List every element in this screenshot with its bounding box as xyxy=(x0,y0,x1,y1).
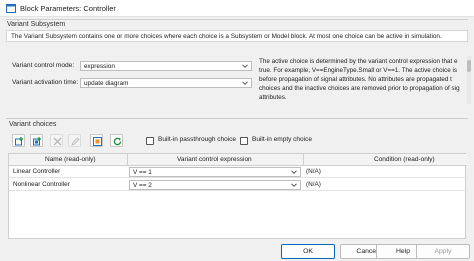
subsystem-description-box: The Variant Subsystem contains one or mo… xyxy=(6,30,468,42)
column-divider[interactable] xyxy=(303,154,304,166)
activation-info-panel: The active choice is determined by the v… xyxy=(256,56,474,104)
block-parameters-icon xyxy=(6,4,16,13)
delete-icon xyxy=(53,137,62,146)
control-mode-select[interactable]: expression xyxy=(80,61,252,71)
builtin-empty-label: Built-in empty choice xyxy=(252,136,312,143)
refresh-button[interactable] xyxy=(110,134,123,147)
control-mode-label: Variant control mode: xyxy=(12,62,75,69)
variant-choices-table: Name (read-only) Variant control express… xyxy=(8,153,467,239)
delete-choice-button[interactable] xyxy=(50,134,63,147)
expression-value: V == 2 xyxy=(133,182,152,189)
subsystem-description: The Variant Subsystem contains one or mo… xyxy=(11,33,442,40)
condition-value: (N/A) xyxy=(306,181,321,188)
add-subsystem-icon xyxy=(15,137,23,146)
info-line: true. For example, V==EngineType.Small o… xyxy=(259,67,457,74)
column-header-expression[interactable]: Variant control expression xyxy=(177,156,252,163)
ok-label: OK xyxy=(303,248,313,255)
open-block-button[interactable] xyxy=(90,134,103,147)
info-line: The active choice is determined by the v… xyxy=(259,58,458,65)
add-model-icon xyxy=(33,137,41,146)
info-scrollbar[interactable] xyxy=(467,56,471,104)
variant-choices-group-header: Variant choices xyxy=(6,118,468,128)
activation-time-select[interactable]: update diagram xyxy=(80,78,252,88)
add-subsystem-choice-button[interactable] xyxy=(12,134,25,147)
dialog-footer: OK Cancel Help Apply xyxy=(0,244,474,261)
info-line: attributes. xyxy=(259,94,287,101)
table-row[interactable]: Linear Controller V == 1 (N/A) xyxy=(9,166,467,178)
control-mode-value: expression xyxy=(84,63,115,70)
column-divider[interactable] xyxy=(127,154,128,166)
activation-time-label: Variant activation time: xyxy=(12,79,79,86)
window-title: Block Parameters: Controller xyxy=(20,4,116,13)
open-block-icon xyxy=(93,137,102,146)
refresh-icon xyxy=(113,137,122,146)
chevron-down-icon xyxy=(291,183,297,187)
builtin-empty-checkbox[interactable] xyxy=(240,137,248,145)
title-bar: Block Parameters: Controller xyxy=(0,0,474,17)
info-scrollbar-thumb[interactable] xyxy=(467,60,471,72)
table-row[interactable]: Nonlinear Controller V == 2 (N/A) xyxy=(9,179,467,191)
variant-subsystem-group-label: Variant Subsystem xyxy=(7,21,66,28)
table-header: Name (read-only) Variant control express… xyxy=(9,154,467,166)
choice-name: Linear Controller xyxy=(13,168,61,175)
edit-choice-button[interactable] xyxy=(68,134,81,147)
choice-name: Nonlinear Controller xyxy=(13,181,70,188)
info-line: before propagation of signal attributes.… xyxy=(259,76,452,83)
apply-button[interactable]: Apply xyxy=(416,244,470,259)
variant-choices-group-label: Variant choices xyxy=(9,121,57,128)
chevron-down-icon xyxy=(242,64,248,68)
variant-subsystem-group-header: Variant Subsystem xyxy=(6,19,468,30)
expression-select[interactable]: V == 1 xyxy=(129,167,301,177)
builtin-passthrough-label: Built-in passthrough choice xyxy=(158,136,237,143)
variant-toolbar: Built-in passthrough choice Built-in emp… xyxy=(8,134,328,148)
add-model-choice-button[interactable] xyxy=(30,134,43,147)
column-header-condition[interactable]: Condition (read-only) xyxy=(374,156,435,163)
apply-label: Apply xyxy=(434,248,452,255)
parameters-area: Variant control mode: expression Variant… xyxy=(0,44,474,118)
info-line: choices and the inactive choices are rem… xyxy=(259,85,460,92)
edit-icon xyxy=(71,137,80,146)
expression-value: V == 1 xyxy=(133,169,152,176)
chevron-down-icon xyxy=(291,170,297,174)
chevron-down-icon xyxy=(242,81,248,85)
column-header-name[interactable]: Name (read-only) xyxy=(45,156,96,163)
expression-select[interactable]: V == 2 xyxy=(129,180,301,190)
builtin-passthrough-checkbox[interactable] xyxy=(146,137,154,145)
condition-value: (N/A) xyxy=(306,168,321,175)
activation-time-value: update diagram xyxy=(84,80,129,87)
ok-button[interactable]: OK xyxy=(281,244,335,259)
